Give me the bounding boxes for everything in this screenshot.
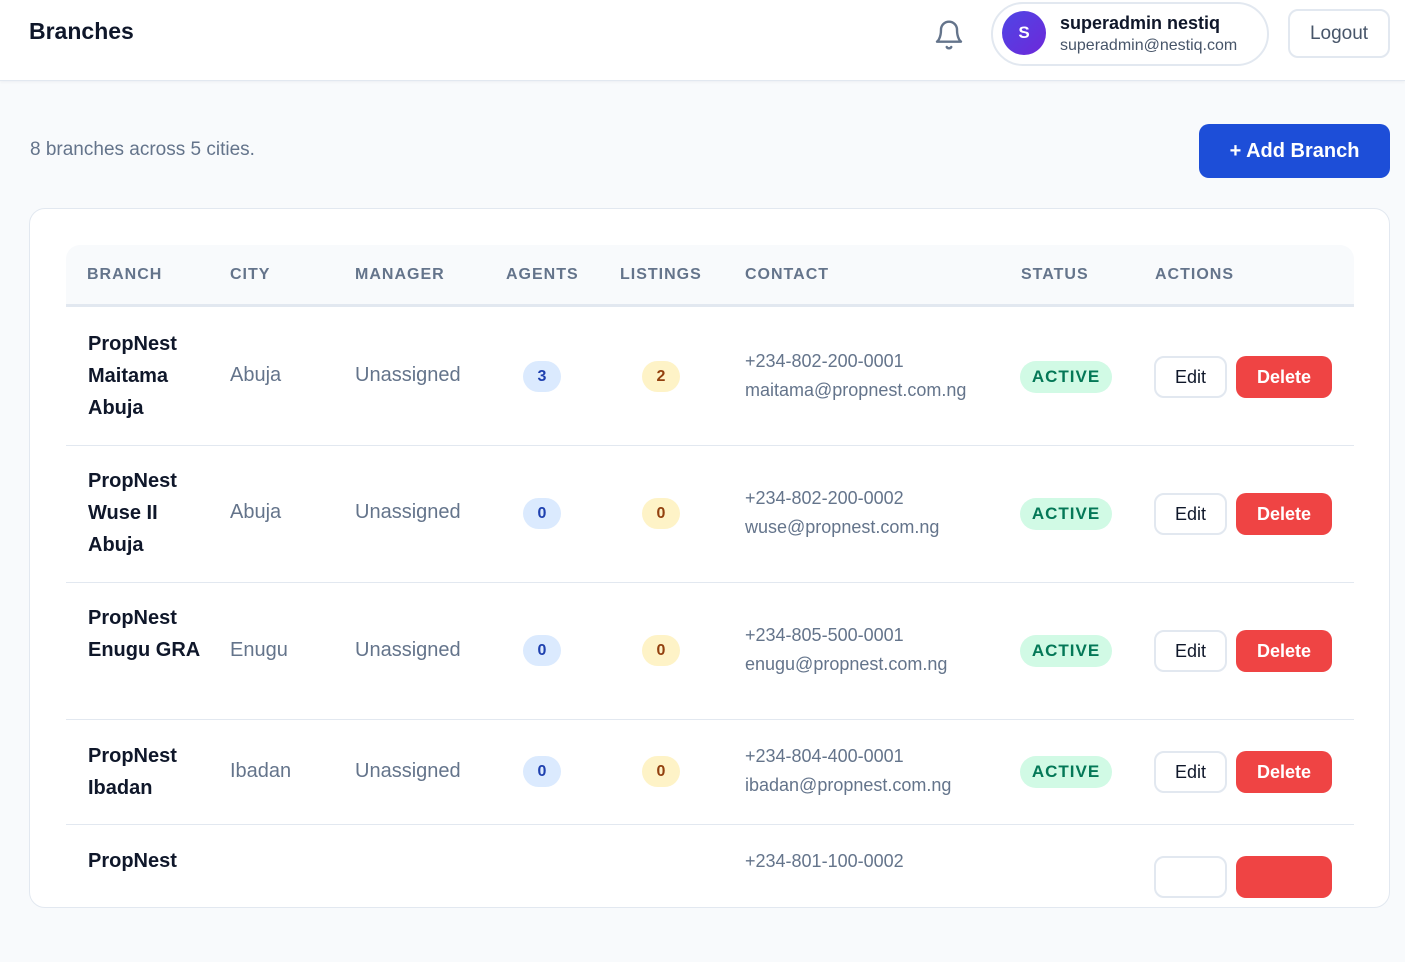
table-row: PropNest +234-801-100-0002 — [66, 825, 1354, 962]
branch-city: Enugu — [230, 639, 288, 661]
user-menu[interactable]: S superadmin nestiq superadmin@nestiq.co… — [991, 2, 1269, 66]
branch-manager: Unassigned — [355, 501, 461, 523]
contact-email: wuse@propnest.com.ng — [745, 517, 940, 537]
branch-city: Abuja — [230, 501, 282, 523]
bell-icon — [935, 20, 963, 50]
delete-button[interactable]: Delete — [1236, 493, 1332, 535]
branch-name: PropNest Wuse II Abuja — [88, 470, 177, 556]
branch-contact: +234-802-200-0002 wuse@propnest.com.ng — [745, 484, 939, 542]
branch-name: PropNest Ibadan — [88, 745, 177, 799]
agents-count-badge: 0 — [523, 635, 561, 666]
edit-button[interactable] — [1154, 856, 1227, 898]
edit-button[interactable]: Edit — [1154, 751, 1227, 793]
agents-count-badge: 3 — [523, 361, 561, 392]
contact-phone: +234-804-400-0001 — [745, 746, 904, 766]
top-bar: Branches S superadmin nestiq superadmin@… — [0, 0, 1405, 81]
branch-name: PropNest Maitama Abuja — [88, 333, 177, 419]
listings-count-badge: 0 — [642, 498, 680, 529]
user-email: superadmin@nestiq.com — [1060, 37, 1238, 54]
listings-count-badge: 0 — [642, 756, 680, 787]
column-header-status: STATUS — [1021, 266, 1089, 283]
edit-button[interactable]: Edit — [1154, 630, 1227, 672]
branch-city: Abuja — [230, 364, 282, 386]
delete-button[interactable] — [1236, 856, 1332, 898]
avatar: S — [1002, 11, 1046, 55]
branch-contact: +234-802-200-0001 maitama@propnest.com.n… — [745, 347, 966, 405]
contact-phone: +234-802-200-0001 — [745, 351, 904, 371]
contact-phone: +234-805-500-0001 — [745, 625, 904, 645]
listings-count-badge: 2 — [642, 361, 680, 392]
column-header-branch: BRANCH — [87, 266, 163, 283]
table-row: PropNest Wuse II Abuja Abuja Unassigned … — [66, 446, 1354, 583]
branch-manager: Unassigned — [355, 760, 461, 782]
listings-count-badge: 0 — [642, 635, 680, 666]
branch-name: PropNest Enugu GRA — [88, 607, 201, 661]
status-badge: ACTIVE — [1020, 498, 1112, 530]
table-row: PropNest Ibadan Ibadan Unassigned 0 0 +2… — [66, 720, 1354, 825]
column-header-city: CITY — [230, 266, 271, 283]
status-badge: ACTIVE — [1020, 756, 1112, 788]
table-row: PropNest Maitama Abuja Abuja Unassigned … — [66, 309, 1354, 446]
delete-button[interactable]: Delete — [1236, 356, 1332, 398]
column-header-contact: CONTACT — [745, 266, 830, 283]
branch-manager: Unassigned — [355, 364, 461, 386]
branches-card: BRANCH CITY MANAGER AGENTS LISTINGS CONT… — [29, 208, 1390, 908]
table-row: PropNest Enugu GRA Enugu Unassigned 0 0 … — [66, 583, 1354, 720]
branch-contact: +234-801-100-0002 — [745, 847, 904, 876]
contact-phone: +234-802-200-0002 — [745, 488, 904, 508]
page-title: Branches — [29, 18, 134, 44]
column-header-manager: MANAGER — [355, 266, 445, 283]
contact-email: ibadan@propnest.com.ng — [745, 775, 952, 795]
branch-contact: +234-804-400-0001 ibadan@propnest.com.ng — [745, 742, 951, 800]
branch-contact: +234-805-500-0001 enugu@propnest.com.ng — [745, 621, 947, 679]
delete-button[interactable]: Delete — [1236, 751, 1332, 793]
status-badge: ACTIVE — [1020, 361, 1112, 393]
branch-city: Ibadan — [230, 760, 292, 782]
column-header-agents: AGENTS — [506, 266, 579, 283]
contact-phone: +234-801-100-0002 — [745, 851, 904, 871]
user-name: superadmin nestiq — [1060, 13, 1221, 33]
logout-button[interactable]: Logout — [1288, 9, 1390, 58]
branch-summary: 8 branches across 5 cities. — [30, 139, 255, 160]
delete-button[interactable]: Delete — [1236, 630, 1332, 672]
status-badge: ACTIVE — [1020, 635, 1112, 667]
column-header-actions: ACTIONS — [1155, 266, 1234, 283]
agents-count-badge: 0 — [523, 498, 561, 529]
column-header-listings: LISTINGS — [620, 266, 702, 283]
notifications-button[interactable] — [932, 18, 966, 52]
branch-manager: Unassigned — [355, 639, 461, 661]
contact-email: maitama@propnest.com.ng — [745, 380, 967, 400]
add-branch-button[interactable]: + Add Branch — [1199, 124, 1390, 178]
agents-count-badge: 0 — [523, 756, 561, 787]
contact-email: enugu@propnest.com.ng — [745, 654, 948, 674]
branch-name: PropNest — [88, 850, 177, 872]
edit-button[interactable]: Edit — [1154, 356, 1227, 398]
edit-button[interactable]: Edit — [1154, 493, 1227, 535]
table-header: BRANCH CITY MANAGER AGENTS LISTINGS CONT… — [66, 245, 1354, 307]
